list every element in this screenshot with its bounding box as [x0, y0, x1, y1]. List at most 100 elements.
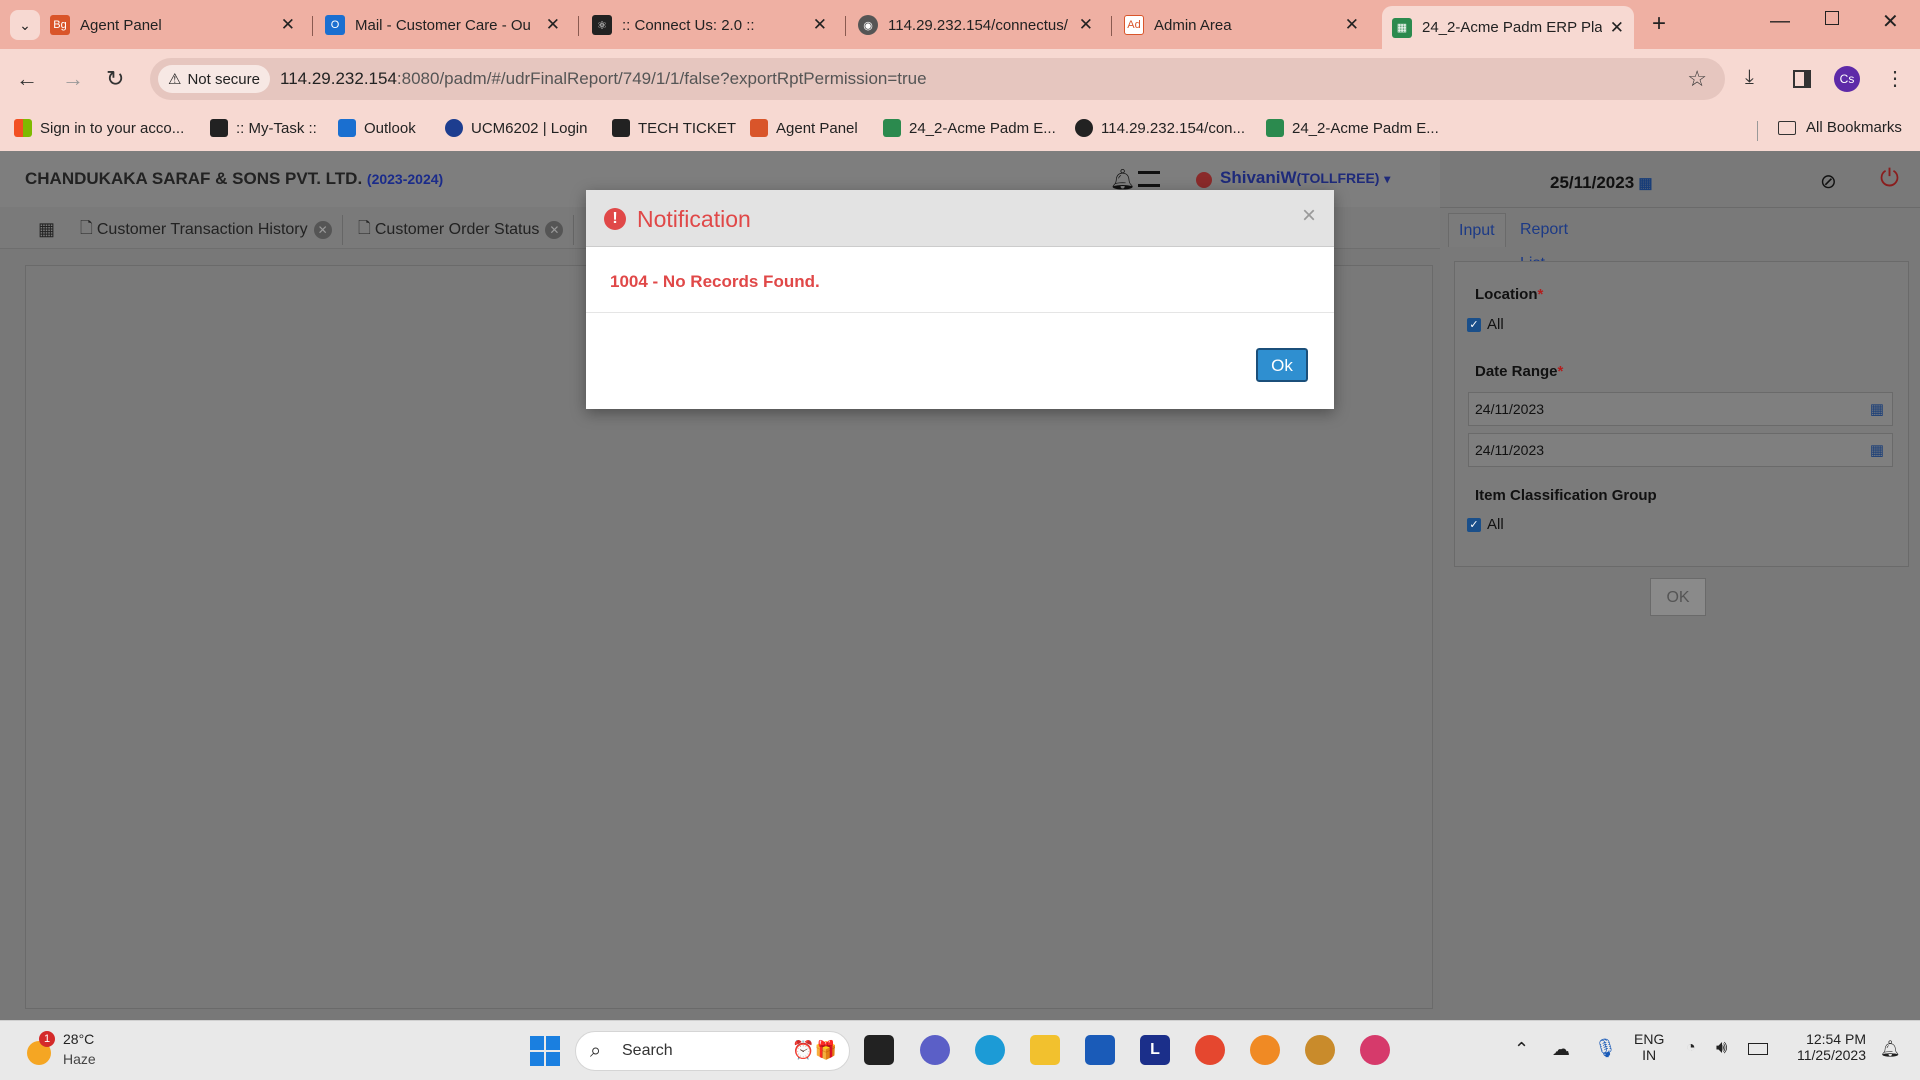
- location-label: Location*: [1475, 286, 1544, 303]
- restore-button[interactable]: [1825, 11, 1839, 25]
- cloud-icon[interactable]: ☁: [1552, 1039, 1570, 1060]
- app-icon[interactable]: [1305, 1035, 1335, 1065]
- modal-ok-button[interactable]: Ok: [1254, 346, 1310, 384]
- alert-icon: !: [604, 208, 626, 230]
- close-window-button[interactable]: ✕: [1882, 9, 1899, 34]
- calendar-icon[interactable]: ▦: [1870, 400, 1884, 418]
- reload-button[interactable]: ↻: [106, 66, 124, 92]
- download-icon[interactable]: ⤓: [1745, 66, 1754, 89]
- notification-bell-icon[interactable]: 🔔︎: [1880, 1039, 1900, 1059]
- browser-tab[interactable]: Bg Agent Panel ✕: [50, 6, 305, 44]
- tab-customer-transaction-history[interactable]: 🗋 Customer Transaction History ✕: [70, 215, 343, 245]
- bookmark-item[interactable]: UCM6202 | Login: [445, 119, 587, 137]
- close-icon[interactable]: ✕: [281, 15, 295, 35]
- chrome-icon[interactable]: [1195, 1035, 1225, 1065]
- tab-customer-order-status[interactable]: 🗋 Customer Order Status ✕: [348, 215, 575, 245]
- teams-icon[interactable]: [920, 1035, 950, 1065]
- all-bookmarks-label: All Bookmarks: [1806, 119, 1902, 136]
- forward-button[interactable]: →: [62, 66, 84, 92]
- task-view-icon[interactable]: [864, 1035, 894, 1065]
- modal-body: 1004 - No Records Found.: [586, 247, 1334, 313]
- close-icon[interactable]: ✕: [1345, 15, 1359, 35]
- language-indicator[interactable]: ENG IN: [1634, 1031, 1664, 1063]
- modal-header: ! Notification ×: [586, 190, 1334, 247]
- date-to-input[interactable]: 24/11/2023 ▦: [1468, 433, 1893, 467]
- bookmark-item[interactable]: 24_2-Acme Padm E...: [883, 119, 1056, 137]
- bookmark-item[interactable]: 24_2-Acme Padm E...: [1266, 119, 1439, 137]
- url-host: 114.29.232.154: [280, 69, 397, 88]
- ok-button[interactable]: OK: [1650, 578, 1706, 616]
- close-icon[interactable]: ✕: [546, 15, 560, 35]
- eye-slash-icon[interactable]: ⊘: [1820, 169, 1837, 194]
- user-role: (TOLLFREE): [1296, 170, 1380, 186]
- bookmark-item[interactable]: :: My-Task ::: [210, 119, 317, 137]
- file-explorer-icon[interactable]: [1030, 1035, 1060, 1065]
- tab-input[interactable]: Input: [1448, 213, 1506, 247]
- power-icon[interactable]: ⏻: [1880, 165, 1899, 193]
- calendar-icon[interactable]: ▦: [1870, 441, 1884, 459]
- tab-report-list[interactable]: Report List: [1510, 213, 1578, 272]
- menu-icon[interactable]: ⋮: [1885, 66, 1905, 91]
- volume-icon[interactable]: 🔊︎: [1716, 1037, 1727, 1058]
- browser-tab[interactable]: Ad Admin Area ✕: [1124, 6, 1369, 44]
- user-menu[interactable]: ShivaniW(TOLLFREE) ▾: [1220, 168, 1390, 188]
- profile-avatar[interactable]: Cs: [1834, 66, 1860, 92]
- list-menu-icon[interactable]: [1138, 171, 1160, 187]
- browser-tab[interactable]: ◉ 114.29.232.154/connectus/ ✕: [858, 6, 1103, 44]
- battery-icon[interactable]: [1748, 1043, 1768, 1055]
- app-icon[interactable]: [1360, 1035, 1390, 1065]
- item-group-label: Item Classification Group: [1475, 487, 1657, 504]
- taskbar-search[interactable]: ⌕ Search ⏰🎁: [575, 1031, 850, 1071]
- l-app-icon[interactable]: L: [1140, 1035, 1170, 1065]
- omnibox[interactable]: ⚠ Not secure 114.29.232.154:8080/padm/#/…: [150, 58, 1725, 100]
- app-icon[interactable]: [1250, 1035, 1280, 1065]
- star-icon[interactable]: ☆: [1687, 66, 1707, 92]
- warning-icon: ⚠: [168, 71, 182, 88]
- tab-label: Customer Transaction History: [96, 221, 308, 238]
- location-all-checkbox[interactable]: ✓ All: [1467, 316, 1504, 333]
- bookmark-item[interactable]: 114.29.232.154/con...: [1075, 119, 1245, 137]
- tab-search-button[interactable]: ⌄: [10, 10, 40, 40]
- browser-tab[interactable]: ⚛ :: Connect Us: 2.0 :: ✕: [592, 6, 837, 44]
- item-group-all-checkbox[interactable]: ✓ All: [1467, 516, 1504, 533]
- bookmark-item[interactable]: Outlook: [338, 119, 416, 137]
- bookmark-label: Agent Panel: [776, 119, 858, 137]
- microphone-icon[interactable]: 🎙︎: [1594, 1038, 1617, 1059]
- bookmark-item[interactable]: TECH TICKET: [612, 119, 736, 137]
- edge-icon[interactable]: [975, 1035, 1005, 1065]
- url-text[interactable]: 114.29.232.154:8080/padm/#/udrFinalRepor…: [280, 69, 927, 89]
- date: 11/25/2023: [1796, 1047, 1866, 1063]
- browser-tab-active[interactable]: ▦ 24_2-Acme Padm ERP Platf ✕: [1382, 6, 1634, 49]
- store-icon[interactable]: [1085, 1035, 1115, 1065]
- close-icon[interactable]: ✕: [1610, 18, 1624, 38]
- windows-start-icon[interactable]: [530, 1036, 560, 1066]
- back-button[interactable]: ←: [16, 66, 38, 92]
- wifi-icon[interactable]: ◔: [1686, 1039, 1696, 1057]
- apps-grid-icon[interactable]: ▦: [38, 219, 55, 240]
- clock[interactable]: 12:54 PM 11/25/2023: [1786, 1031, 1866, 1063]
- close-tab-icon[interactable]: ✕: [313, 221, 332, 239]
- close-icon[interactable]: ✕: [1079, 15, 1093, 35]
- fiscal-year: (2023-2024): [366, 171, 444, 187]
- search-icon: ⌕: [590, 1040, 602, 1062]
- bell-icon[interactable]: 🔔︎: [1110, 167, 1135, 192]
- sidepanel-icon[interactable]: [1793, 70, 1811, 88]
- calendar-icon[interactable]: ▦: [1634, 175, 1652, 192]
- bookmark-item[interactable]: Agent Panel: [750, 119, 858, 137]
- minimize-button[interactable]: —: [1770, 10, 1790, 33]
- bookmark-label: TECH TICKET: [638, 119, 737, 137]
- tab-title: 24_2-Acme Padm ERP Platf: [1422, 19, 1602, 36]
- tab-separator: [845, 16, 846, 36]
- date-from-input[interactable]: 24/11/2023 ▦: [1468, 392, 1893, 426]
- browser-tab[interactable]: O Mail - Customer Care - Ou ✕: [325, 6, 570, 44]
- chevron-up-icon[interactable]: ⌃: [1514, 1039, 1529, 1060]
- close-tab-icon[interactable]: ✕: [545, 221, 564, 239]
- bookmark-item[interactable]: Sign in to your acco...: [14, 119, 184, 137]
- close-icon[interactable]: ✕: [813, 15, 827, 35]
- close-icon[interactable]: ×: [1302, 202, 1316, 230]
- all-bookmarks[interactable]: All Bookmarks: [1778, 119, 1902, 136]
- new-tab-button[interactable]: +: [1652, 10, 1666, 38]
- tab-title: Admin Area: [1154, 16, 1232, 34]
- security-chip[interactable]: ⚠ Not secure: [158, 65, 270, 93]
- weather-widget[interactable]: 1 28°C Haze: [25, 1031, 105, 1071]
